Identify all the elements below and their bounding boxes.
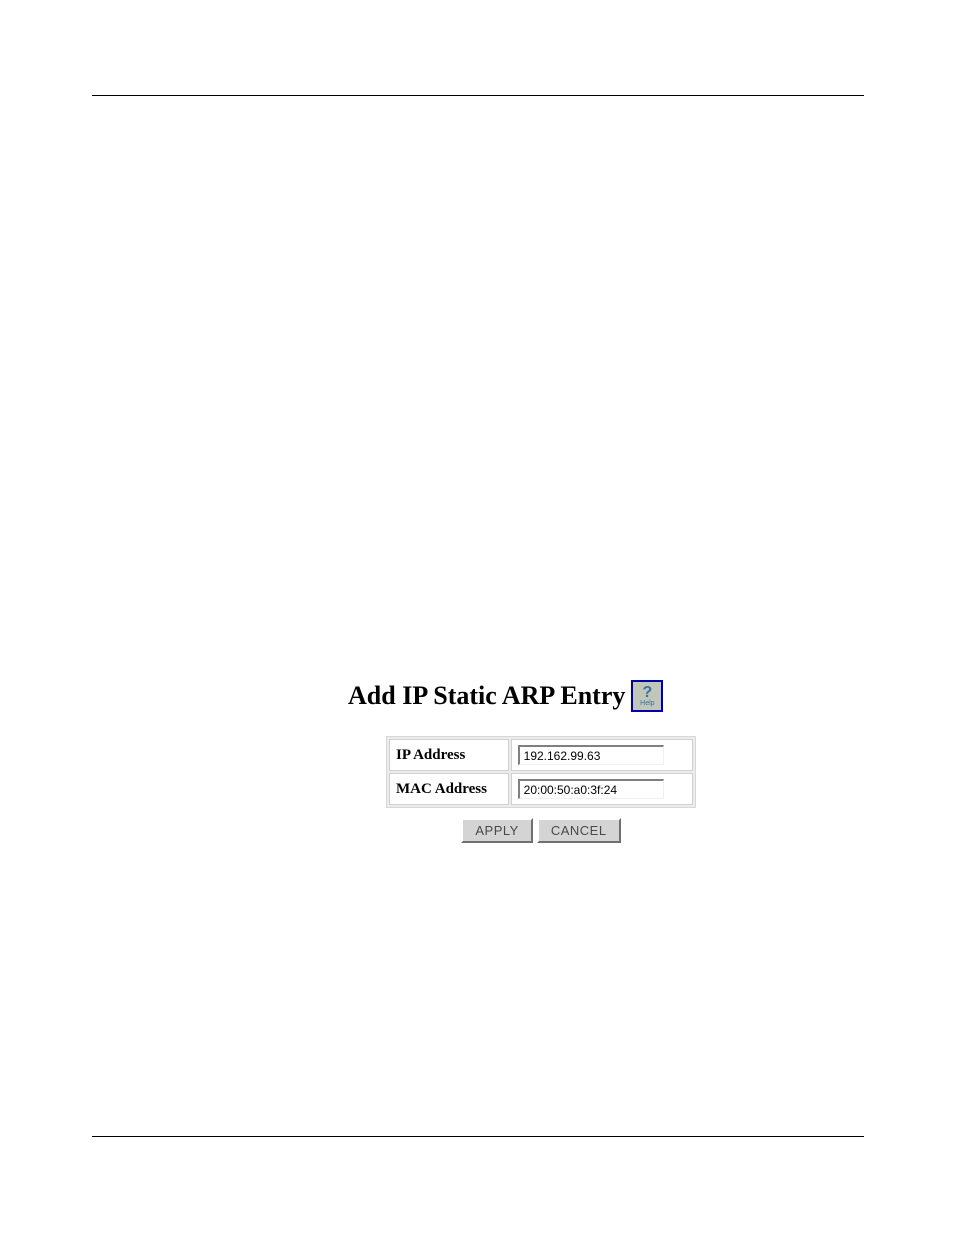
button-row: APPLY CANCEL [386,818,696,843]
apply-button[interactable]: APPLY [461,818,532,843]
form-table: IP Address MAC Address [386,736,696,808]
ip-address-input[interactable] [518,745,664,765]
dialog-titlebar: Add IP Static ARP Entry ? Help [348,680,742,712]
page-container: Add IP Static ARP Entry ? Help IP Addres… [0,0,954,1235]
add-ip-static-arp-dialog: Add IP Static ARP Entry ? Help IP Addres… [348,680,742,843]
help-button[interactable]: ? Help [631,680,663,712]
help-icon: ? [642,687,652,699]
help-icon-label: Help [640,700,654,707]
footer-rule [92,1136,864,1137]
mac-address-cell [511,773,693,805]
dialog-title: Add IP Static ARP Entry [348,681,625,711]
ip-address-cell [511,739,693,771]
ip-address-label: IP Address [389,739,509,771]
table-row: MAC Address [389,773,693,805]
mac-address-label: MAC Address [389,773,509,805]
table-row: IP Address [389,739,693,771]
cancel-button[interactable]: CANCEL [537,818,621,843]
mac-address-input[interactable] [518,779,664,799]
header-rule [92,95,864,96]
